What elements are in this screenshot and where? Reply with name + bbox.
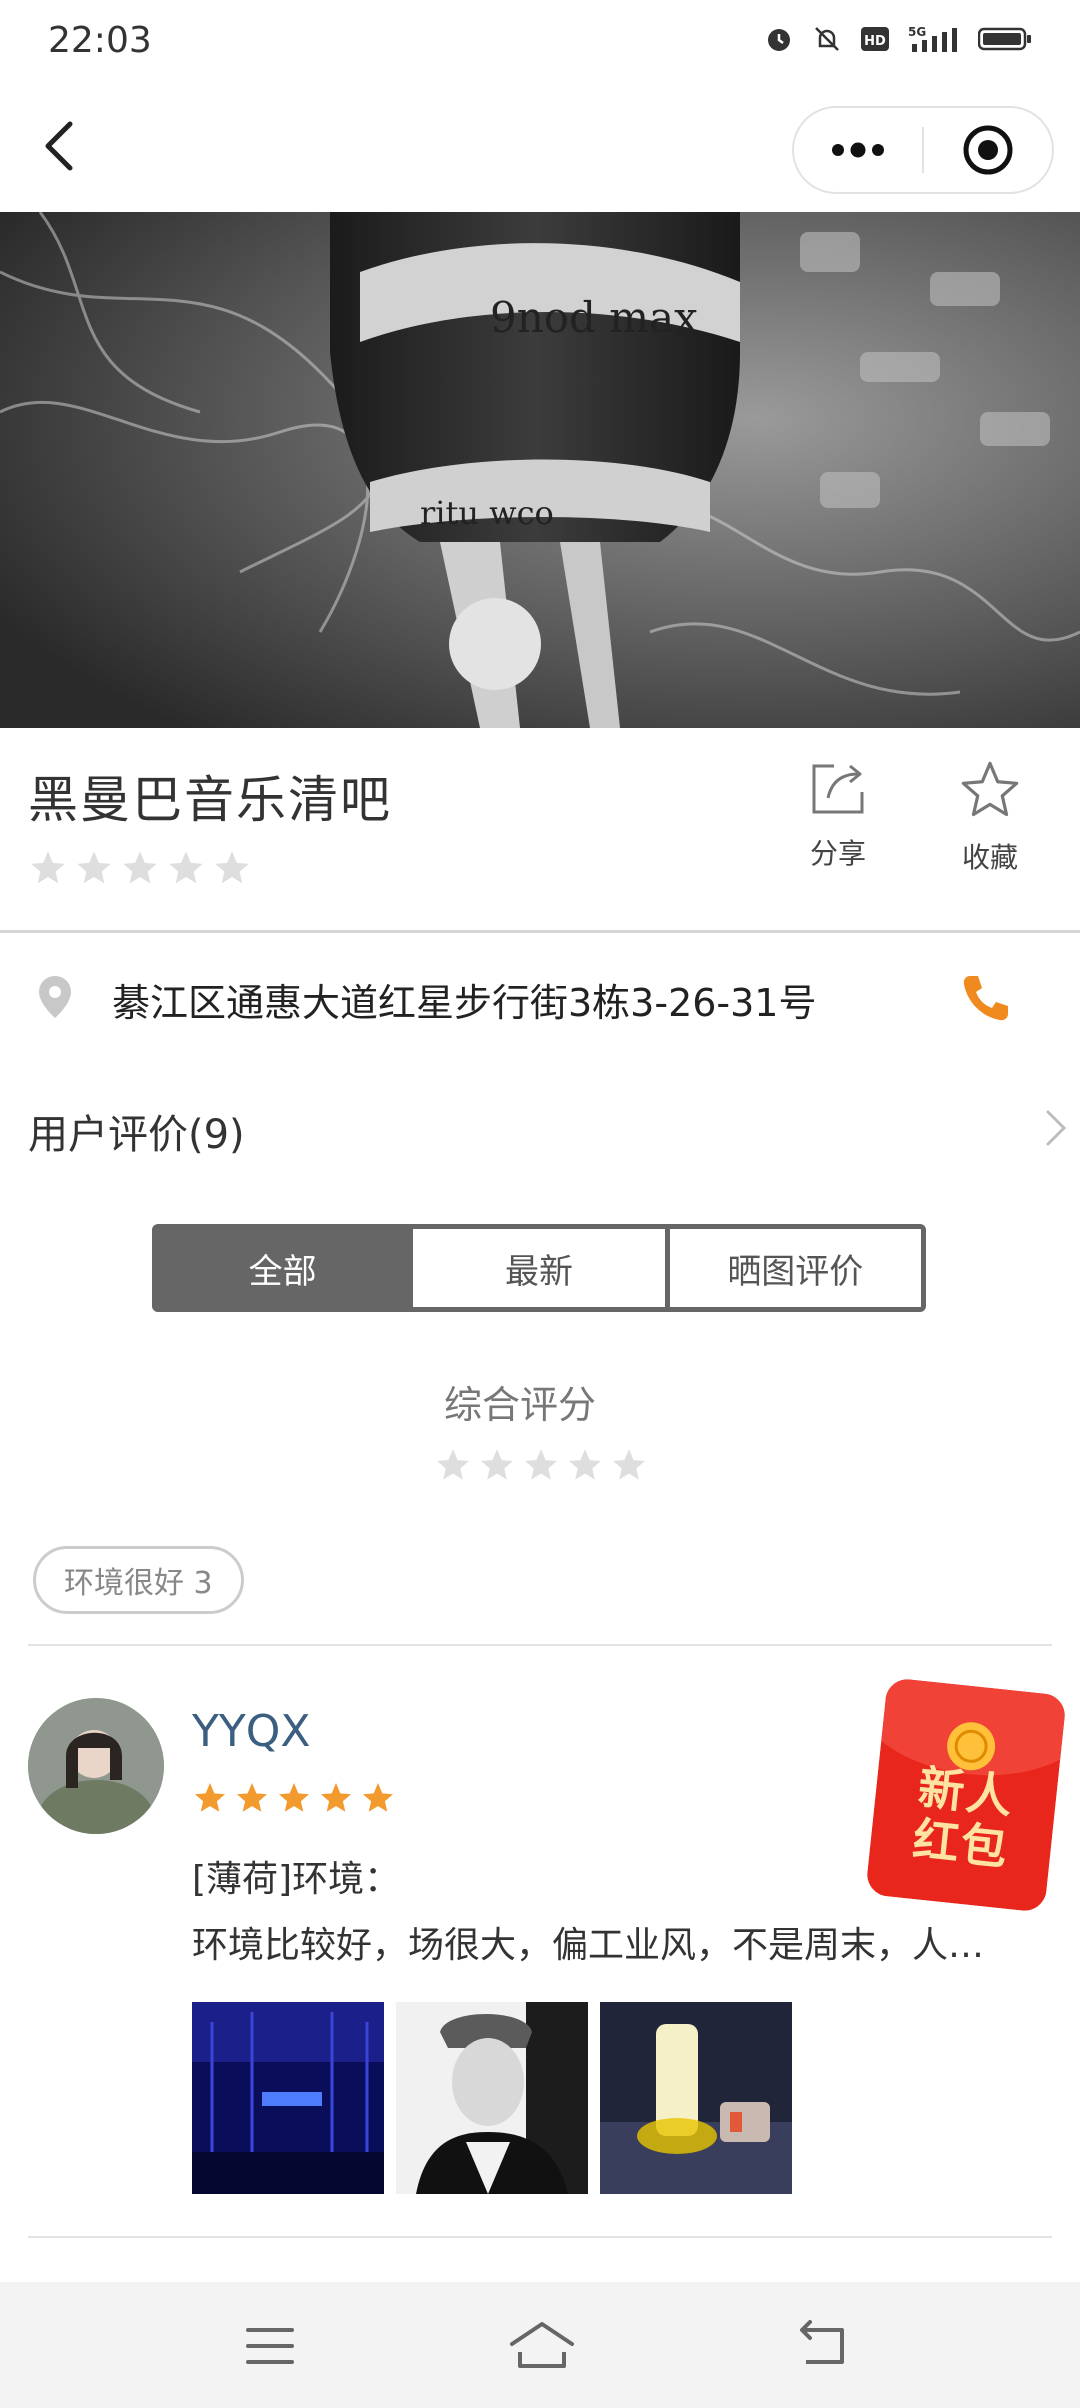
review-rating-stars (192, 1780, 396, 1816)
section-divider (28, 2236, 1052, 2238)
status-time: 22:03 (48, 20, 152, 61)
home-icon (510, 2322, 574, 2368)
review-photo[interactable] (192, 2002, 384, 2194)
svg-text:ritu wco: ritu wco (420, 494, 554, 532)
shop-cover-image: 9nod max ritu wco (0, 212, 1080, 728)
star-icon (437, 1449, 469, 1480)
section-divider (0, 930, 1080, 933)
more-button[interactable] (794, 108, 922, 192)
system-navigation-bar (0, 2282, 1080, 2408)
svg-text:HD: HD (864, 34, 886, 49)
star-icon (481, 1449, 513, 1480)
favorite-label: 收藏 (961, 841, 1018, 874)
section-divider (28, 1644, 1052, 1646)
star-icon (363, 1783, 393, 1812)
new-user-red-packet[interactable]: 新人 红包 (865, 1677, 1067, 1913)
svg-text:9nod max: 9nod max (490, 293, 698, 342)
target-close-icon (963, 125, 1013, 175)
miniprogram-capsule (792, 106, 1054, 194)
signal-5g-icon: 5G (908, 25, 957, 52)
review-text-body: 环境比较好，场很大，偏工业风，不是周末，人… (192, 1925, 985, 1966)
back-nav-button[interactable] (792, 2316, 856, 2376)
star-icon (321, 1783, 351, 1812)
hd-icon: HD (861, 27, 889, 51)
shop-name: 黑曼巴音乐清吧 (28, 771, 392, 829)
star-icon (613, 1449, 645, 1480)
shop-address: 綦江区通惠大道红星步行街3栋3-26-31号 (112, 981, 817, 1025)
star-icon (195, 1783, 225, 1812)
review-photo[interactable] (396, 2002, 588, 2194)
menu-lines-icon (246, 2328, 294, 2364)
mute-bell-icon (815, 27, 839, 51)
phone-call-icon[interactable] (960, 972, 1012, 1024)
return-icon (800, 2320, 844, 2364)
close-miniprogram-button[interactable] (924, 108, 1052, 192)
share-icon (812, 764, 864, 814)
back-button[interactable] (36, 116, 84, 176)
overall-score-label: 综合评分 (443, 1383, 596, 1427)
more-dots-icon (832, 142, 884, 158)
star-icon (169, 851, 203, 884)
star-icon (569, 1449, 601, 1480)
review-photo[interactable] (600, 2002, 792, 2194)
tab-photo-reviews[interactable]: 晒图评价 (664, 1229, 921, 1307)
status-icons: HD 5G (764, 24, 1032, 54)
tab-all[interactable]: 全部 (157, 1229, 409, 1307)
star-icon (525, 1449, 557, 1480)
avatar[interactable] (28, 1698, 164, 1834)
location-pin-icon (39, 976, 71, 1018)
review-tag-chip[interactable]: 环境很好 3 (33, 1546, 244, 1614)
reviewer-name[interactable]: YYQX (192, 1706, 311, 1757)
tab-latest[interactable]: 最新 (408, 1229, 665, 1307)
overall-rating-stars (434, 1446, 648, 1484)
chevron-right-icon[interactable] (1044, 1108, 1068, 1148)
back-arrow-icon (45, 121, 73, 171)
share-button[interactable]: 分享 (778, 758, 898, 878)
review-text-heading: [薄荷]环境： (192, 1859, 401, 1900)
star-icon (215, 851, 249, 884)
star-icon (77, 851, 111, 884)
reviews-section-title[interactable]: 用户评价(9) (28, 1102, 245, 1160)
review-filter-tabs: 全部 最新 晒图评价 (152, 1224, 926, 1312)
favorite-button[interactable]: 收藏 (930, 758, 1050, 878)
menu-button[interactable] (238, 2316, 302, 2376)
svg-text:5G: 5G (908, 25, 926, 39)
share-label: 分享 (809, 837, 866, 870)
alarm-icon (768, 29, 790, 51)
home-button[interactable] (506, 2316, 578, 2376)
star-icon (237, 1783, 267, 1812)
star-icon (279, 1783, 309, 1812)
star-icon (31, 851, 65, 884)
battery-icon (978, 27, 1031, 51)
shop-rating-stars (28, 848, 252, 888)
star-outline-icon (961, 761, 1019, 817)
star-icon (123, 851, 157, 884)
